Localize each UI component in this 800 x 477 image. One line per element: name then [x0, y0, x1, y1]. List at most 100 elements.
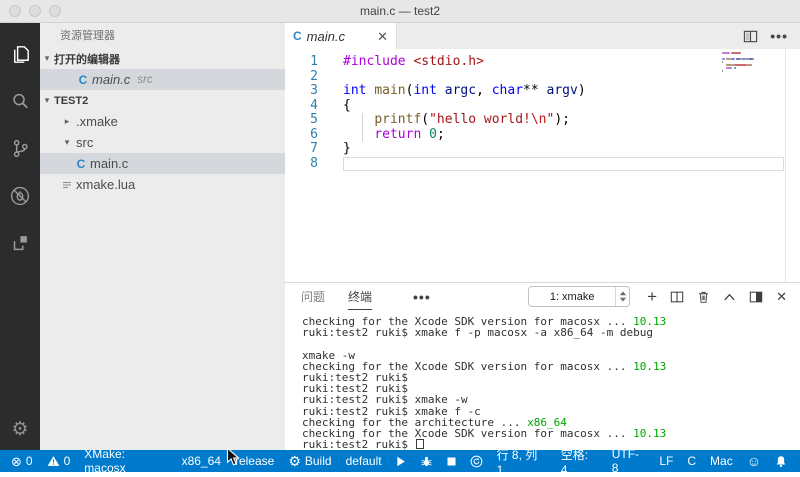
status-label: x86_64 [181, 454, 221, 468]
status-stop[interactable] [440, 450, 463, 472]
editor-scrollbar[interactable] [785, 49, 800, 282]
status-bell[interactable] [768, 450, 794, 472]
status-label: XMake: macosx [84, 447, 126, 475]
status-空格-4[interactable]: 空格: 4 [554, 448, 605, 477]
restart-icon [470, 455, 483, 468]
code-lines[interactable]: #include <stdio.h> int main(int argc, cha… [331, 49, 800, 282]
panel-tab-terminal[interactable]: 终端 [348, 283, 373, 310]
close-window-button[interactable] [9, 5, 21, 17]
status-utf-8[interactable]: UTF-8 [605, 447, 653, 475]
bug-icon [420, 455, 433, 468]
maximize-panel-icon[interactable] [723, 292, 736, 302]
c-file-icon: C [76, 156, 86, 171]
warning-triangle-icon [47, 455, 60, 467]
split-editor-icon[interactable] [743, 29, 758, 44]
terminal-picker[interactable]: 1: xmake [528, 286, 631, 307]
source-control-icon[interactable] [0, 125, 40, 172]
zoom-window-button[interactable] [49, 5, 61, 17]
status-x86-64[interactable]: x86_64 [175, 450, 228, 472]
more-actions-icon[interactable]: ••• [770, 28, 788, 44]
new-terminal-icon[interactable]: + [647, 288, 657, 305]
open-editor-item[interactable]: Cmain.c src [40, 69, 285, 90]
status-smiley[interactable]: ☺ [740, 450, 768, 472]
tree-item-label: .xmake [76, 114, 118, 129]
code-line-3[interactable]: int main(int argc, char** argv) [343, 83, 784, 99]
panel-more-icon[interactable]: ••• [413, 289, 431, 305]
tree-item-main-c[interactable]: Cmain.c [40, 153, 285, 174]
chevron-down-icon: ▾ [44, 53, 50, 63]
error-circle-icon: ⊗ [11, 453, 22, 469]
code-editor[interactable]: 12345678 #include <stdio.h> int main(int … [285, 49, 800, 282]
status-mac[interactable]: Mac [703, 450, 740, 472]
panel-tabs: 问题 终端 [301, 283, 395, 310]
code-line-5[interactable]: printf("hello world!\n"); [343, 112, 784, 128]
code-line-4[interactable]: { [343, 98, 784, 114]
open-editors-header[interactable]: ▾ 打开的编辑器 [40, 48, 285, 69]
status-c[interactable]: C [680, 450, 703, 472]
code-line-2[interactable] [343, 70, 784, 85]
c-file-icon: C [293, 29, 302, 43]
line-number: 1 [310, 54, 318, 69]
status-release[interactable]: release [228, 450, 281, 472]
minimize-window-button[interactable] [29, 5, 41, 17]
sidebar-title: 资源管理器 [60, 30, 115, 42]
close-tab-icon[interactable]: ✕ [377, 30, 388, 43]
code-line-7[interactable]: } [343, 141, 784, 157]
settings-gear-icon[interactable]: ⚙ [0, 408, 40, 450]
status-default[interactable]: default [339, 450, 389, 472]
code-line-1[interactable]: #include <stdio.h> [343, 54, 784, 70]
minimap-line [722, 61, 784, 63]
terminal-line: ruki:test2 ruki$ [302, 439, 800, 450]
panel-actions: + ✕ [647, 288, 800, 305]
folder-root-header[interactable]: ▾ TEST2 [40, 90, 285, 111]
status-error-circle[interactable]: ⊗ 0 [4, 450, 40, 472]
status-label: Mac [710, 454, 733, 468]
status-label: 0 [63, 454, 71, 468]
open-editor-label: main.c [92, 72, 131, 87]
code-line-6[interactable]: return 0; [343, 127, 784, 142]
status-xmake-macosx[interactable]: XMake: macosx [77, 447, 174, 475]
minimap[interactable] [722, 52, 784, 76]
tab-label: main.c [306, 28, 345, 44]
code-line-8[interactable] [343, 157, 784, 172]
explorer-icon[interactable] [0, 31, 40, 78]
status-gear[interactable]: ⚙ Build [281, 450, 338, 472]
extensions-icon[interactable] [0, 219, 40, 266]
status-restart[interactable] [463, 450, 490, 472]
bottom-panel: 问题 终端 ••• 1: xmake + ✕ checking for the Xc… [285, 282, 800, 450]
tree-item-xmake-lua[interactable]: xmake.lua [40, 174, 285, 195]
status-warning-triangle[interactable]: 0 [40, 450, 78, 472]
explorer-sidebar: 资源管理器 ▾ 打开的编辑器 Cmain.c src ▾ TEST2 ▸ .xmak… [40, 23, 285, 450]
line-number: 7 [310, 141, 318, 156]
stepper-icon [615, 287, 629, 306]
close-panel-icon[interactable]: ✕ [776, 290, 787, 303]
status-lf[interactable]: LF [652, 450, 680, 472]
search-icon[interactable] [0, 78, 40, 125]
indent-guide [362, 113, 363, 128]
window-title: main.c — test2 [359, 4, 441, 18]
minimap-line [722, 55, 784, 57]
minimap-line [722, 58, 784, 60]
tree-item-src[interactable]: ▾ src [40, 132, 285, 153]
minimap-line [722, 73, 784, 75]
panel-tab-problems[interactable]: 问题 [301, 283, 325, 310]
tree-item--xmake[interactable]: ▸ .xmake [40, 111, 285, 132]
activity-bar: ⚙ [0, 23, 40, 450]
status-play[interactable] [389, 450, 413, 472]
status-行-8-列-1[interactable]: 行 8, 列 1 [490, 448, 554, 477]
split-terminal-icon[interactable] [670, 290, 684, 304]
play-icon [396, 456, 406, 467]
minimap-line [722, 64, 784, 66]
move-panel-icon[interactable] [749, 290, 763, 304]
status-label: LF [659, 454, 674, 468]
debug-icon[interactable] [0, 172, 40, 219]
file-tree: ▸ .xmake ▾ src Cmain.c xmake.lua [40, 111, 285, 195]
gear-icon: ⚙ [288, 453, 301, 469]
status-label: Build [304, 454, 332, 468]
status-bug[interactable] [413, 450, 440, 472]
tab-main-c[interactable]: C main.c ✕ [285, 23, 397, 49]
kill-terminal-icon[interactable] [697, 290, 710, 304]
terminal-output[interactable]: checking for the Xcode SDK version for m… [285, 310, 800, 450]
tab-bar: C main.c ✕ ••• [285, 23, 800, 49]
editor-group: C main.c ✕ ••• 12345678 #include <stdio.… [285, 23, 800, 450]
